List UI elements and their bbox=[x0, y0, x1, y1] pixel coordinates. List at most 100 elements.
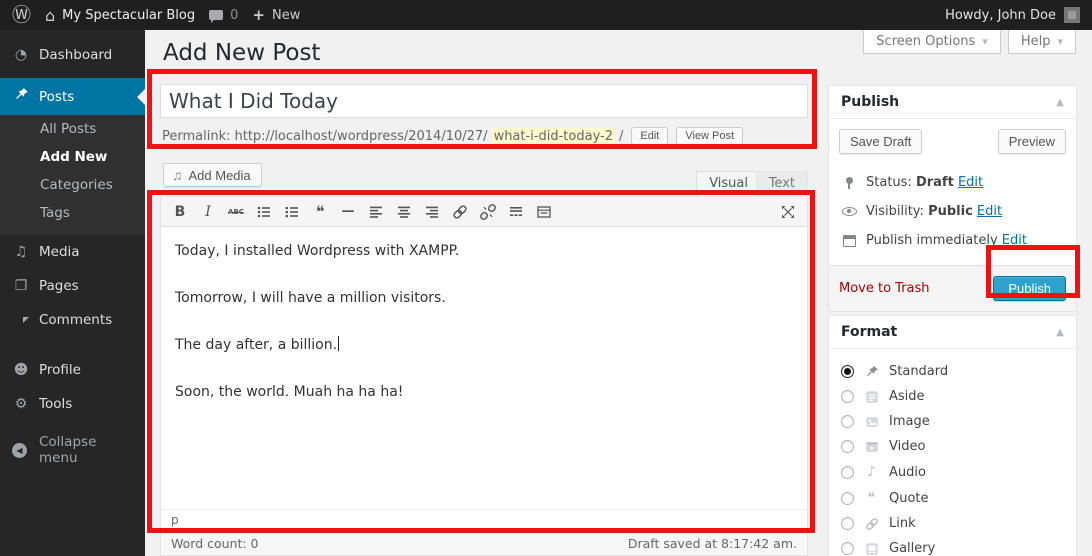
format-option-aside[interactable]: Aside bbox=[841, 384, 1064, 409]
format-box-header[interactable]: Format ▲ bbox=[829, 316, 1076, 349]
read-more-button[interactable] bbox=[503, 200, 529, 224]
format-option-link[interactable]: Link bbox=[841, 511, 1064, 536]
screen-options-button[interactable]: Screen Options ▾ bbox=[863, 30, 1001, 54]
radio-standard[interactable] bbox=[841, 365, 854, 378]
radio-gallery[interactable] bbox=[841, 542, 854, 555]
collapse-menu-label: Collapse menu bbox=[39, 434, 137, 466]
post-status-row: Status: Draft Edit bbox=[839, 168, 1066, 197]
account-menu[interactable]: Howdy, John Doe bbox=[945, 7, 1080, 23]
blockquote-button[interactable]: ❝ bbox=[307, 200, 333, 224]
sidebar-label-comments: Comments bbox=[39, 312, 112, 328]
format-option-standard[interactable]: Standard bbox=[841, 359, 1064, 384]
publish-box-title: Publish bbox=[841, 94, 899, 110]
bullet-list-button[interactable] bbox=[251, 200, 277, 224]
paragraph: Today, I installed Wordpress with XAMPP. bbox=[175, 241, 793, 261]
admin-sidebar: ◔ Dashboard Posts All Posts Add New Cate… bbox=[0, 30, 145, 556]
publish-box-body: Save Draft Preview Status: Draft Edit Vi… bbox=[829, 119, 1076, 265]
tab-visual[interactable]: Visual bbox=[696, 171, 761, 196]
view-post-button[interactable]: View Post bbox=[676, 127, 743, 145]
horizontal-rule-button[interactable]: — bbox=[335, 200, 361, 224]
edit-status-link[interactable]: Edit bbox=[958, 175, 983, 190]
format-label: Link bbox=[889, 516, 916, 531]
editor-content[interactable]: Today, I installed Wordpress with XAMPP.… bbox=[161, 227, 807, 509]
word-count: Word count: 0 bbox=[171, 536, 259, 551]
format-option-gallery[interactable]: Gallery bbox=[841, 536, 1064, 556]
sidebar-item-add-new[interactable]: Add New bbox=[0, 143, 145, 171]
editor-element-path[interactable]: p bbox=[161, 509, 807, 530]
move-to-trash-link[interactable]: Move to Trash bbox=[839, 281, 930, 296]
permalink-label: Permalink: bbox=[162, 129, 231, 144]
toggle-arrow-icon[interactable]: ▲ bbox=[1056, 97, 1064, 108]
paragraph: Soon, the world. Muah ha ha ha! bbox=[175, 382, 793, 402]
sidebar-label-media: Media bbox=[39, 244, 80, 260]
post-title-input[interactable] bbox=[160, 84, 808, 118]
save-draft-button[interactable]: Save Draft bbox=[839, 129, 922, 154]
admin-bar: Ⓦ ⌂ My Spectacular Blog 0 + New Howdy, J… bbox=[0, 0, 1092, 30]
help-button[interactable]: Help ▾ bbox=[1008, 30, 1076, 54]
edit-schedule-link[interactable]: Edit bbox=[1002, 233, 1027, 248]
align-right-button[interactable] bbox=[419, 200, 445, 224]
format-options-list: Standard Aside Image Video ♪ Audio bbox=[829, 349, 1076, 556]
bold-button[interactable]: B bbox=[167, 200, 193, 224]
sidebar-item-tags[interactable]: Tags bbox=[0, 199, 145, 227]
sidebar-item-profile[interactable]: ☻ Profile bbox=[0, 353, 145, 387]
radio-image[interactable] bbox=[841, 415, 854, 428]
sidebar-label-tools: Tools bbox=[39, 396, 72, 412]
sidebar-item-all-posts[interactable]: All Posts bbox=[0, 115, 145, 143]
format-label: Audio bbox=[889, 465, 926, 480]
autosave-message: Draft saved at 8:17:42 am. bbox=[628, 536, 797, 551]
media-icon: ♫ bbox=[12, 244, 30, 260]
fullscreen-button[interactable] bbox=[775, 200, 801, 224]
radio-quote[interactable] bbox=[841, 492, 854, 505]
sidebar-item-categories[interactable]: Categories bbox=[0, 171, 145, 199]
format-label: Gallery bbox=[889, 541, 935, 556]
radio-aside[interactable] bbox=[841, 390, 854, 403]
calendar-icon bbox=[841, 235, 857, 247]
format-option-quote[interactable]: ❝ Quote bbox=[841, 485, 1064, 511]
eye-icon bbox=[841, 207, 857, 216]
sidebar-item-posts[interactable]: Posts bbox=[0, 78, 145, 115]
sidebar-item-pages[interactable]: ❐ Pages bbox=[0, 269, 145, 303]
comments-shortcut[interactable]: 0 bbox=[209, 8, 238, 23]
new-menu[interactable]: + New bbox=[252, 6, 300, 24]
italic-button[interactable]: I bbox=[195, 200, 221, 224]
publish-box-header[interactable]: Publish ▲ bbox=[829, 86, 1076, 119]
edit-permalink-button[interactable]: Edit bbox=[631, 127, 668, 145]
audio-icon: ♪ bbox=[863, 464, 880, 480]
toggle-arrow-icon[interactable]: ▲ bbox=[1056, 327, 1064, 338]
sidebar-item-media[interactable]: ♫ Media bbox=[0, 235, 145, 269]
plus-icon: + bbox=[252, 6, 265, 24]
radio-video[interactable] bbox=[841, 440, 854, 453]
schedule-label: Publish immediately bbox=[866, 233, 998, 248]
toolbar-toggle-button[interactable] bbox=[531, 200, 557, 224]
format-option-image[interactable]: Image bbox=[841, 409, 1064, 434]
sidebar-label-dashboard: Dashboard bbox=[39, 47, 112, 63]
edit-visibility-link[interactable]: Edit bbox=[977, 204, 1002, 219]
sidebar-label-profile: Profile bbox=[39, 362, 81, 378]
strikethrough-button[interactable]: ABC bbox=[223, 200, 249, 224]
link-button[interactable] bbox=[447, 200, 473, 224]
publish-button[interactable]: Publish bbox=[993, 276, 1066, 301]
link-icon bbox=[863, 517, 880, 531]
align-left-button[interactable] bbox=[363, 200, 389, 224]
chevron-down-icon: ▾ bbox=[982, 35, 988, 48]
sidebar-item-dashboard[interactable]: ◔ Dashboard bbox=[0, 38, 145, 72]
tab-text[interactable]: Text bbox=[756, 171, 808, 196]
unlink-button[interactable] bbox=[475, 200, 501, 224]
format-option-audio[interactable]: ♪ Audio bbox=[841, 459, 1064, 485]
comment-count: 0 bbox=[230, 8, 238, 23]
sidebar-item-comments[interactable]: Comments bbox=[0, 303, 145, 337]
numbered-list-button[interactable] bbox=[279, 200, 305, 224]
gallery-icon bbox=[863, 542, 880, 556]
sidebar-item-tools[interactable]: ⚙ Tools bbox=[0, 387, 145, 421]
paragraph: The day after, a billion. bbox=[175, 335, 793, 355]
radio-audio[interactable] bbox=[841, 466, 854, 479]
wordpress-logo-icon[interactable]: Ⓦ bbox=[12, 0, 31, 30]
site-menu[interactable]: ⌂ My Spectacular Blog bbox=[45, 6, 195, 25]
format-option-video[interactable]: Video bbox=[841, 434, 1064, 459]
radio-link[interactable] bbox=[841, 517, 854, 530]
preview-button[interactable]: Preview bbox=[998, 129, 1066, 154]
align-center-button[interactable] bbox=[391, 200, 417, 224]
collapse-menu-button[interactable]: ◀ Collapse menu bbox=[0, 425, 145, 475]
editor-statusbar: Word count: 0 Draft saved at 8:17:42 am. bbox=[160, 531, 808, 556]
